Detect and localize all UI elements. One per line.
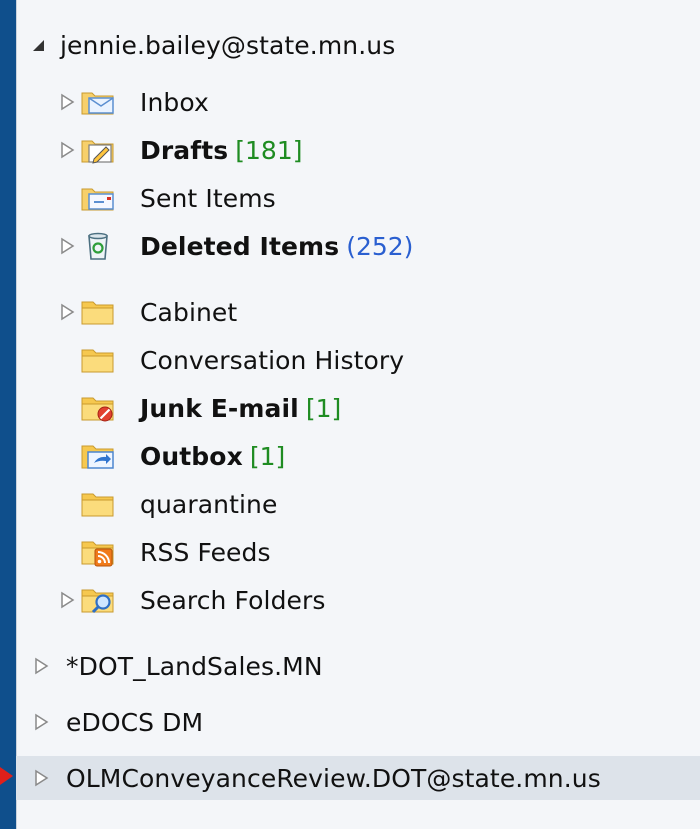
- folder-cabinet[interactable]: Cabinet: [16, 290, 700, 334]
- folder-label: Inbox: [140, 87, 209, 117]
- folder-label: Cabinet: [140, 297, 238, 327]
- folder-icon: [81, 349, 114, 373]
- folder-icon: [81, 493, 114, 517]
- folder-quarantine[interactable]: quarantine: [16, 482, 700, 526]
- folder-label: Drafts: [140, 135, 229, 165]
- pointer-marker-icon: [0, 767, 13, 785]
- folder-icon: [81, 301, 114, 325]
- unread-count: [1]: [249, 441, 286, 471]
- search-folders-icon: [81, 589, 114, 614]
- deleted-items-icon: [88, 232, 108, 260]
- mailbox-label: *DOT_LandSales.MN: [66, 651, 323, 681]
- folder-label: Outbox: [140, 441, 243, 471]
- collapsed-triangle-icon[interactable]: [60, 93, 76, 111]
- unread-count: (252): [346, 231, 414, 261]
- folder-label: Sent Items: [140, 183, 276, 213]
- folder-label: Conversation History: [140, 345, 405, 375]
- folder-label: Search Folders: [140, 585, 326, 615]
- folder-outbox[interactable]: Outbox [1]: [16, 434, 700, 478]
- folder-search-folders[interactable]: Search Folders: [16, 578, 700, 622]
- drafts-icon: [81, 140, 114, 164]
- junk-email-icon: [81, 397, 114, 422]
- outbox-icon: [81, 445, 114, 469]
- mailbox-olm-conveyance-review[interactable]: OLMConveyanceReview.DOT@state.mn.us: [16, 756, 700, 800]
- folder-label: RSS Feeds: [140, 537, 271, 567]
- folder-junk-email[interactable]: Junk E-mail [1]: [16, 386, 700, 430]
- unread-count: [1]: [305, 393, 342, 423]
- folder-pane: jennie.bailey@state.mn.us Inbox Drafts […: [16, 0, 700, 829]
- collapsed-triangle-icon[interactable]: [60, 141, 76, 159]
- folder-label: Deleted Items: [140, 231, 340, 261]
- folder-label: quarantine: [140, 489, 278, 519]
- folder-rss-feeds[interactable]: RSS Feeds: [16, 530, 700, 574]
- rss-feeds-icon: [81, 541, 114, 567]
- folder-sent-items[interactable]: Sent Items: [16, 176, 700, 220]
- unread-count: [181]: [235, 135, 303, 165]
- expanded-triangle-icon[interactable]: [32, 39, 46, 53]
- mailbox-label: OLMConveyanceReview.DOT@state.mn.us: [66, 763, 601, 793]
- collapsed-triangle-icon[interactable]: [60, 591, 76, 609]
- collapsed-triangle-icon[interactable]: [34, 769, 50, 787]
- folder-deleted-items[interactable]: Deleted Items (252): [16, 224, 700, 268]
- account-root[interactable]: jennie.bailey@state.mn.us: [16, 23, 700, 67]
- collapsed-triangle-icon[interactable]: [60, 303, 76, 321]
- folder-conversation-history[interactable]: Conversation History: [16, 338, 700, 382]
- mailbox-edocs-dm[interactable]: eDOCS DM: [16, 700, 700, 744]
- inbox-icon: [81, 92, 114, 115]
- folder-label: Junk E-mail: [140, 393, 299, 423]
- account-email: jennie.bailey@state.mn.us: [60, 30, 396, 60]
- mailbox-dot-landsales[interactable]: *DOT_LandSales.MN: [16, 644, 700, 688]
- mailbox-label: eDOCS DM: [66, 707, 204, 737]
- collapsed-triangle-icon[interactable]: [34, 657, 50, 675]
- folder-drafts[interactable]: Drafts [181]: [16, 128, 700, 172]
- folder-inbox[interactable]: Inbox: [16, 80, 700, 124]
- collapsed-triangle-icon[interactable]: [34, 713, 50, 731]
- sent-items-icon: [81, 188, 114, 211]
- collapsed-triangle-icon[interactable]: [60, 237, 76, 255]
